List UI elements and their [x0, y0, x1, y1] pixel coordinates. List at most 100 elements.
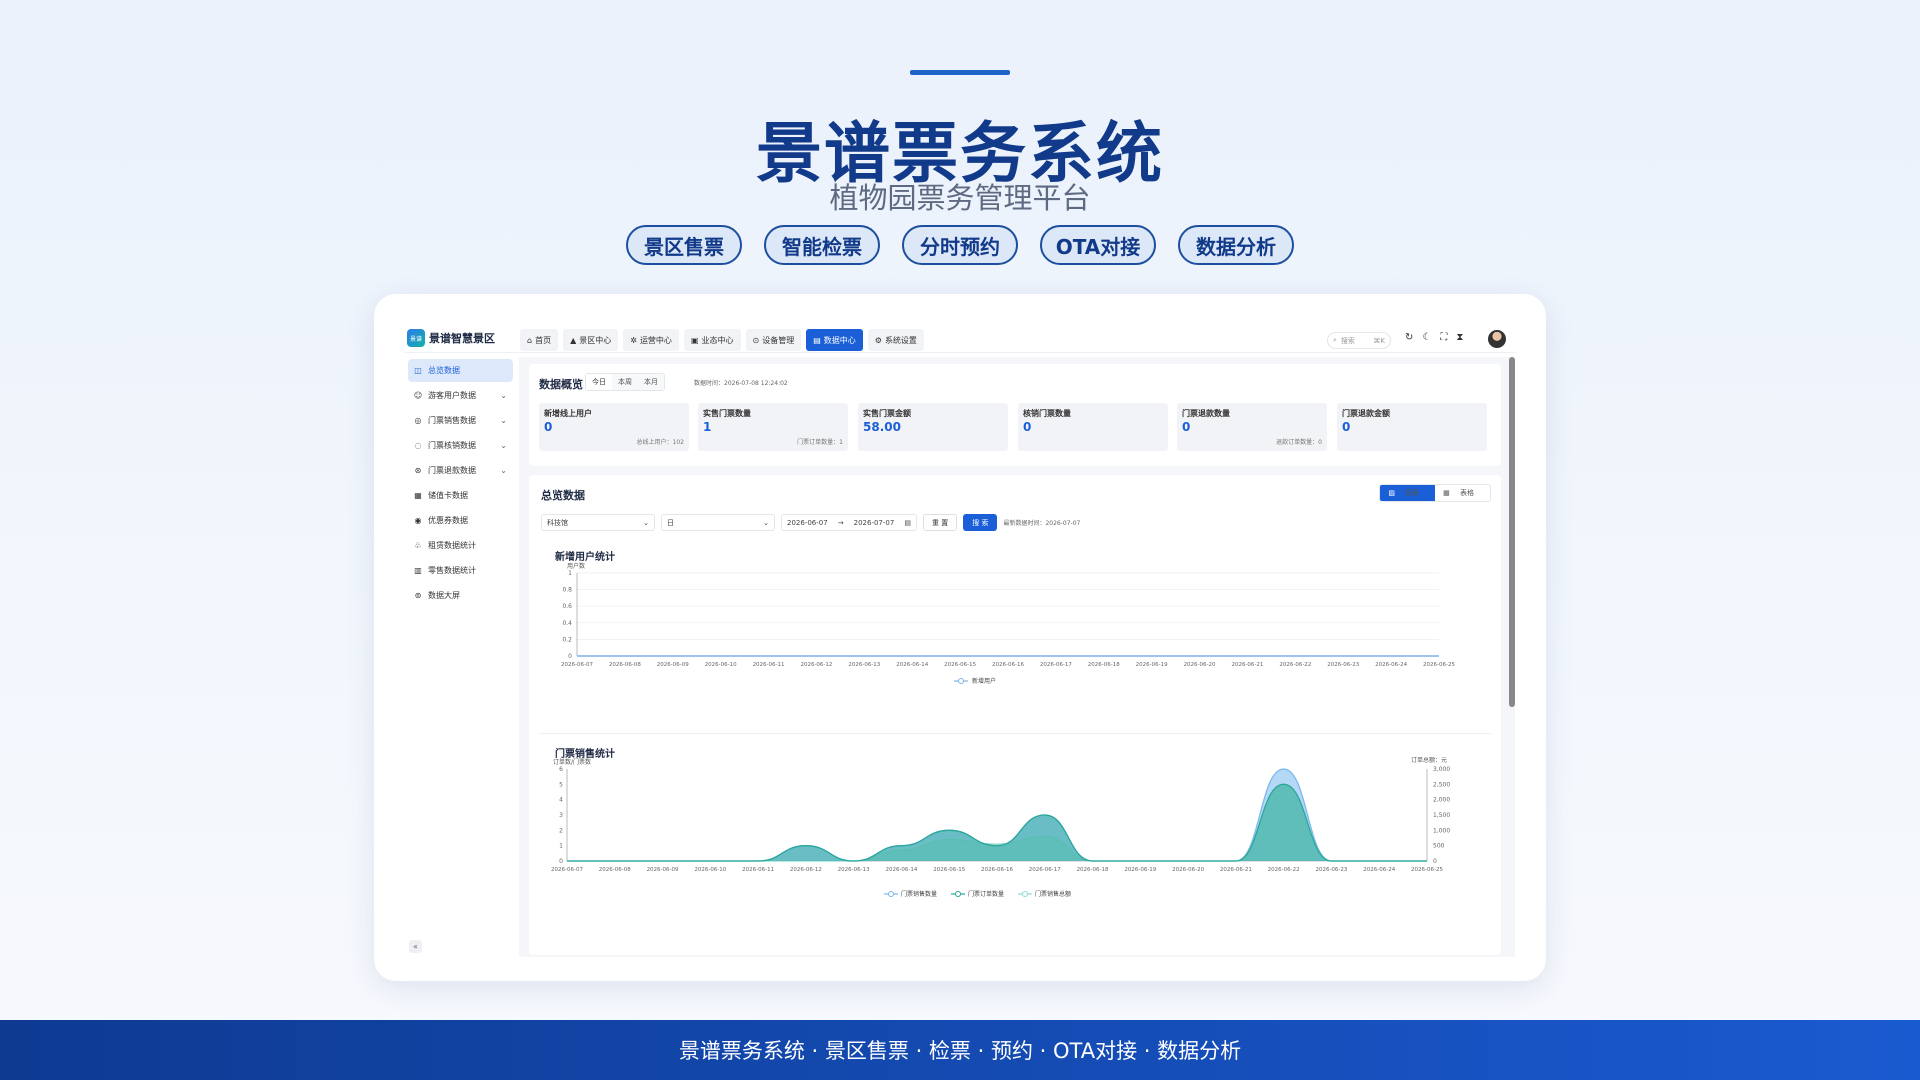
stat-value: 0 [544, 420, 553, 434]
legend-marker-dot [958, 678, 964, 684]
new-users-chart: 用户数1 0.8 0.6 0.4 0.2 0 2026-06-07 2026-06-08 202… [561, 562, 1455, 685]
footer-banner: 景谱票务系统 · 景区售票 · 检票 · 预约 · OTA对接 · 数据分析 [0, 1020, 1920, 1080]
avatar[interactable] [1488, 330, 1506, 348]
nav-business[interactable]: ▣ 业态中心 [683, 329, 741, 351]
feature-pill: 智能检票 [764, 225, 880, 265]
nav-devices[interactable]: ⊙ 设备管理 [745, 329, 802, 351]
chevron-down-icon: ⌄ [500, 391, 507, 400]
x-tick-label: 2026-06-16 [981, 867, 1013, 873]
sidebar-item-visitor[interactable]: ☺ 游客用户数据 ⌄ [408, 384, 513, 407]
sidebar-item-ticket-refund[interactable]: ⊛ 门票退款数据 ⌄ [408, 459, 513, 482]
hourglass-icon[interactable]: ⧗ [1456, 332, 1463, 343]
y-tick-label-left: 0 [559, 858, 563, 865]
sidebar-item-rental[interactable]: ♧ 租赁数据统计 [408, 534, 513, 557]
x-tick-label: 2026-06-22 [1279, 662, 1311, 668]
x-tick-label: 2026-06-21 [1231, 662, 1263, 668]
x-tick-label: 2026-06-18 [1077, 867, 1109, 873]
y-tick-label-right: 2,000 [1433, 797, 1450, 804]
app-logo[interactable]: 景谱 景谱智慧景区 [407, 329, 495, 347]
stat-value: 0 [1342, 420, 1351, 434]
y-tick-label-left: 6 [559, 766, 563, 773]
x-tick-label: 2026-06-20 [1172, 867, 1204, 873]
x-tick-label: 2026-06-18 [1088, 662, 1120, 668]
sidebar-label: 优惠券数据 [428, 516, 468, 525]
nav-home[interactable]: ⌂ 首页 [520, 329, 559, 351]
sidebar-label: 游客用户数据 [428, 391, 476, 400]
home-icon: ⌂ [527, 335, 533, 345]
screen-icon: ⊚ [414, 591, 422, 600]
x-tick-label: 2026-06-08 [599, 867, 631, 873]
calendar-icon: ▤ [904, 518, 911, 527]
settings-icon: ⚙ [874, 335, 882, 345]
x-tick-label: 2026-06-19 [1124, 867, 1156, 873]
x-tick-label: 2026-06-13 [838, 867, 870, 873]
sidebar-label: 总览数据 [428, 366, 460, 375]
x-tick-label: 2026-06-11 [753, 662, 785, 668]
nav-operations[interactable]: ✲ 运营中心 [623, 329, 679, 351]
data-timestamp: 数据时间：2026-07-08 12:24:02 [694, 380, 788, 387]
granularity-select[interactable]: 日 ⌄ [661, 514, 775, 531]
x-tick-label: 2026-06-17 [1040, 662, 1072, 668]
sidebar-item-retail[interactable]: ▥ 零售数据统计 [408, 559, 513, 582]
y-tick-label-right: 3,000 [1433, 766, 1450, 773]
sidebar-item-overview[interactable]: ◫ 总览数据 [408, 359, 513, 382]
stat-value: 0 [1023, 420, 1032, 434]
search-input[interactable]: ⌕ 搜索 ⌘K [1327, 332, 1391, 349]
stat-label: 门票退款数量 [1182, 409, 1230, 418]
x-tick-label: 2026-06-25 [1411, 867, 1443, 873]
sidebar-item-big-screen[interactable]: ⊚ 数据大屏 [408, 584, 513, 607]
overview-card: 数据概览 今日 本周 本月 数据时间：2026-07-08 12:24:02 新… [529, 364, 1501, 466]
x-tick-label: 2026-06-15 [933, 867, 965, 873]
chevron-down-icon: ⌄ [500, 466, 507, 475]
refresh-icon[interactable]: ↻ [1405, 332, 1413, 343]
nav-label: 系统设置 [884, 335, 917, 345]
sidebar-item-ticket-sales[interactable]: ◎ 门票销售数据 ⌄ [408, 409, 513, 432]
feature-pill: OTA对接 [1040, 225, 1156, 265]
rental-icon: ♧ [414, 541, 422, 550]
x-tick-label: 2026-06-12 [800, 662, 832, 668]
ticket-icon: ◎ [414, 416, 422, 425]
stat-label: 门票退款金额 [1342, 409, 1390, 418]
sidebar-item-stored-card[interactable]: ▦ 储值卡数据 [408, 484, 513, 507]
date-range-picker[interactable]: 2026-06-07 → 2026-07-07 ▤ [781, 514, 917, 531]
stat-value: 1 [703, 420, 712, 434]
dark-mode-icon[interactable]: ☾ [1422, 332, 1431, 343]
range-week[interactable]: 本周 [612, 374, 638, 390]
x-tick-label: 2026-06-11 [742, 867, 774, 873]
y-tick-label: 1 [568, 570, 572, 577]
y-tick-label: 0.2 [562, 636, 572, 643]
x-tick-label: 2026-06-14 [885, 867, 917, 873]
main-content: 数据概览 今日 本周 本月 数据时间：2026-07-08 12:24:02 新… [519, 357, 1515, 957]
x-tick-label: 2026-06-10 [694, 867, 726, 873]
x-tick-label: 2026-06-17 [1029, 867, 1061, 873]
reset-button[interactable]: 重 置 [923, 514, 958, 531]
range-today[interactable]: 今日 [586, 374, 612, 390]
nav-scenic-center[interactable]: ▲ 景区中心 [563, 329, 619, 351]
legend-marker-dot [1022, 891, 1028, 897]
collapse-sidebar-button[interactable]: « [409, 940, 422, 953]
view-chart-button[interactable]: ▨ 图表 [1380, 485, 1436, 501]
view-table-button[interactable]: ▦ 表格 [1435, 485, 1490, 501]
scrollbar[interactable] [1509, 357, 1515, 707]
granularity-value: 日 [667, 518, 674, 527]
y-axis-label-right: 订单总额：元 [1411, 757, 1447, 764]
stat-card: 实售门票金额 58.00 [858, 403, 1008, 451]
nav-data-center[interactable]: ▤ 数据中心 [806, 329, 863, 351]
stat-card: 门票退款数量 0 退款订单数量：0 [1177, 403, 1327, 451]
retail-icon: ▥ [414, 566, 422, 575]
card-icon: ▦ [414, 491, 422, 500]
nav-settings[interactable]: ⚙ 系统设置 [867, 329, 924, 351]
y-tick-label: 0.4 [562, 620, 572, 627]
nav-label: 运营中心 [639, 335, 672, 345]
sidebar-item-ticket-checkin[interactable]: ◌ 门票核销数据 ⌄ [408, 434, 513, 457]
x-tick-label: 2026-06-15 [944, 662, 976, 668]
x-tick-label: 2026-06-07 [561, 662, 593, 668]
fullscreen-icon[interactable]: ⛶ [1440, 332, 1447, 343]
venue-select[interactable]: 科技馆 ⌄ [541, 514, 655, 531]
search-button[interactable]: 搜 索 [963, 514, 998, 531]
sidebar-item-coupon[interactable]: ◉ 优惠券数据 [408, 509, 513, 532]
date-separator: → [837, 518, 844, 527]
y-tick-label-left: 1 [559, 843, 563, 850]
range-month[interactable]: 本月 [638, 374, 664, 390]
search-icon: ⌕ [1333, 336, 1337, 344]
